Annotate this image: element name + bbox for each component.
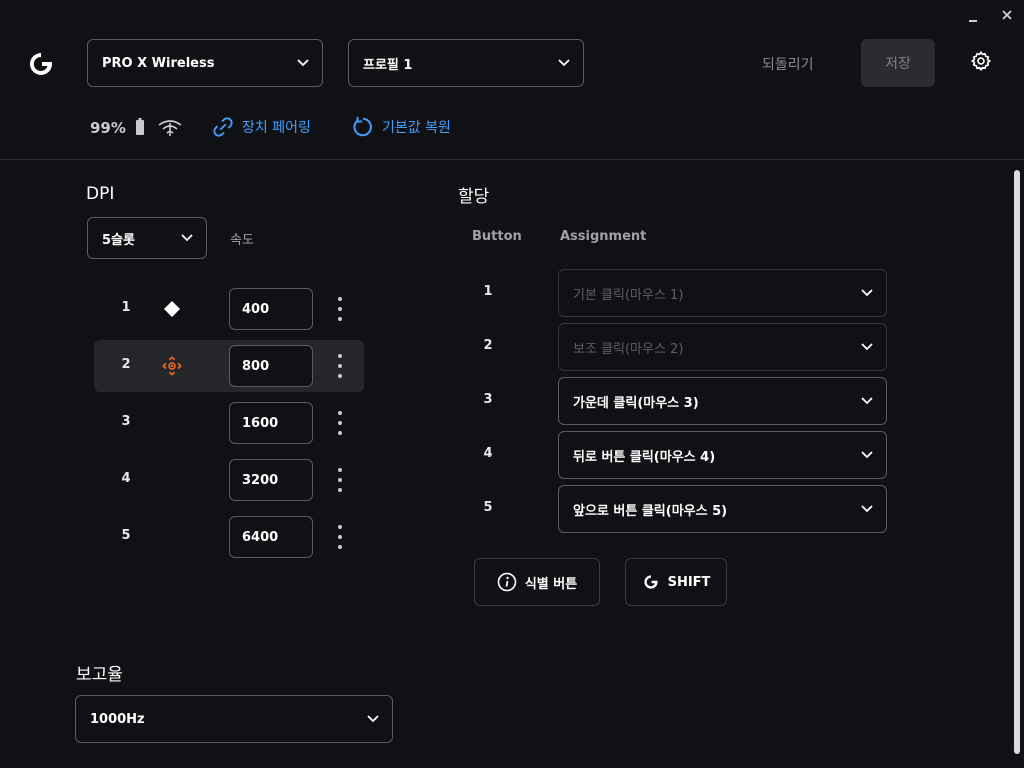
close-button[interactable] <box>1000 8 1014 22</box>
report-rate-select[interactable]: 1000Hz <box>75 695 393 743</box>
dpi-title: DPI <box>86 184 115 204</box>
logitech-g-logo <box>26 49 56 79</box>
settings-button[interactable] <box>970 50 992 72</box>
profile-select-value: 프로필 1 <box>363 57 413 73</box>
button-number: 1 <box>483 284 493 299</box>
dpi-value-input[interactable]: 400 <box>229 288 313 330</box>
more-options-icon[interactable] <box>334 468 346 492</box>
assignment-select[interactable]: 앞으로 버튼 클릭(마우스 5) <box>558 485 887 533</box>
battery-percent: 99% <box>90 119 126 137</box>
close-icon <box>1002 10 1012 20</box>
button-number: 4 <box>483 446 493 461</box>
button-number: 5 <box>483 500 493 515</box>
dpi-slot-row[interactable]: 5 6400 <box>94 511 364 563</box>
dpi-slot-number: 3 <box>121 414 131 429</box>
dpi-value-input[interactable]: 6400 <box>229 516 313 558</box>
column-header-assignment: Assignment <box>560 229 647 244</box>
minimize-button[interactable] <box>966 10 980 24</box>
restore-defaults-label: 기본값 복원 <box>382 120 451 136</box>
chevron-down-icon <box>860 340 874 354</box>
column-header-button: Button <box>472 229 522 244</box>
dpi-slot-number: 2 <box>121 357 131 372</box>
logitech-g-icon <box>643 575 658 589</box>
chevron-down-icon <box>860 448 874 462</box>
refresh-icon <box>353 116 372 137</box>
chevron-down-icon <box>860 286 874 300</box>
vertical-scrollbar[interactable] <box>1013 166 1021 758</box>
dpi-slots-value: 5슬롯 <box>102 232 135 248</box>
assignment-value: 가운데 클릭(마우스 3) <box>573 395 699 411</box>
device-pairing-label: 장치 페어링 <box>242 120 311 136</box>
more-options-icon[interactable] <box>334 411 346 435</box>
device-select-value: PRO X Wireless <box>102 55 215 71</box>
scrollbar-thumb[interactable] <box>1014 170 1020 754</box>
dpi-slots-select[interactable]: 5슬롯 <box>87 217 207 259</box>
chevron-down-icon <box>557 56 571 70</box>
identify-buttons-button[interactable]: 식별 버튼 <box>474 558 600 606</box>
chevron-down-icon <box>180 231 194 245</box>
battery-icon <box>135 118 145 136</box>
more-options-icon[interactable] <box>334 525 346 549</box>
chevron-down-icon <box>296 56 310 70</box>
dpi-slot-row[interactable]: 3 1600 <box>94 397 364 449</box>
identify-buttons-label: 식별 버튼 <box>524 576 578 592</box>
device-pairing-link[interactable]: 장치 페어링 <box>212 116 311 138</box>
chevron-down-icon <box>860 394 874 408</box>
report-rate-value: 1000Hz <box>90 711 145 727</box>
header-divider <box>0 159 1024 160</box>
chevron-down-icon <box>860 502 874 516</box>
gear-icon <box>970 50 992 72</box>
dpi-slot-number: 1 <box>121 300 131 315</box>
assignment-select[interactable]: 보조 클릭(마우스 2) <box>558 323 887 371</box>
active-dpi-crosshair-icon[interactable] <box>162 356 182 376</box>
assignment-title: 할당 <box>458 187 490 207</box>
assignment-value: 앞으로 버튼 클릭(마우스 5) <box>573 503 728 519</box>
dpi-slot-row[interactable]: 2 800 <box>94 340 364 392</box>
assignment-value: 뒤로 버튼 클릭(마우스 4) <box>573 449 716 465</box>
save-button[interactable]: 저장 <box>861 39 935 87</box>
wireless-signal-icon <box>157 119 183 137</box>
report-rate-title: 보고율 <box>76 665 123 685</box>
restore-defaults-link[interactable]: 기본값 복원 <box>352 116 451 138</box>
dpi-value-input[interactable]: 800 <box>229 345 313 387</box>
dpi-slot-row[interactable]: 1 400 <box>94 283 364 335</box>
link-pairing-icon <box>213 117 233 137</box>
assignment-select[interactable]: 가운데 클릭(마우스 3) <box>558 377 887 425</box>
more-options-icon[interactable] <box>334 354 346 378</box>
dpi-value-input[interactable]: 1600 <box>229 402 313 444</box>
default-dpi-diamond-icon[interactable] <box>162 299 182 319</box>
dpi-value-input[interactable]: 3200 <box>229 459 313 501</box>
assignment-select[interactable]: 기본 클릭(마우스 1) <box>558 269 887 317</box>
revert-button[interactable]: 되돌리기 <box>762 54 814 74</box>
device-select[interactable]: PRO X Wireless <box>87 39 323 87</box>
assignment-value: 보조 클릭(마우스 2) <box>573 341 684 357</box>
g-shift-label: SHIFT <box>667 574 711 590</box>
info-icon <box>497 572 517 592</box>
speed-label: 속도 <box>230 233 254 248</box>
button-number: 2 <box>483 338 493 353</box>
dpi-slot-number: 5 <box>121 528 131 543</box>
dpi-slot-row[interactable]: 4 3200 <box>94 454 364 506</box>
button-number: 3 <box>483 392 493 407</box>
minimize-icon <box>969 20 977 22</box>
assignment-value: 기본 클릭(마우스 1) <box>573 287 684 303</box>
assignment-select[interactable]: 뒤로 버튼 클릭(마우스 4) <box>558 431 887 479</box>
chevron-down-icon <box>366 712 380 726</box>
more-options-icon[interactable] <box>334 297 346 321</box>
profile-select[interactable]: 프로필 1 <box>348 39 584 87</box>
g-shift-button[interactable]: SHIFT <box>625 558 727 606</box>
dpi-slot-number: 4 <box>121 471 131 486</box>
